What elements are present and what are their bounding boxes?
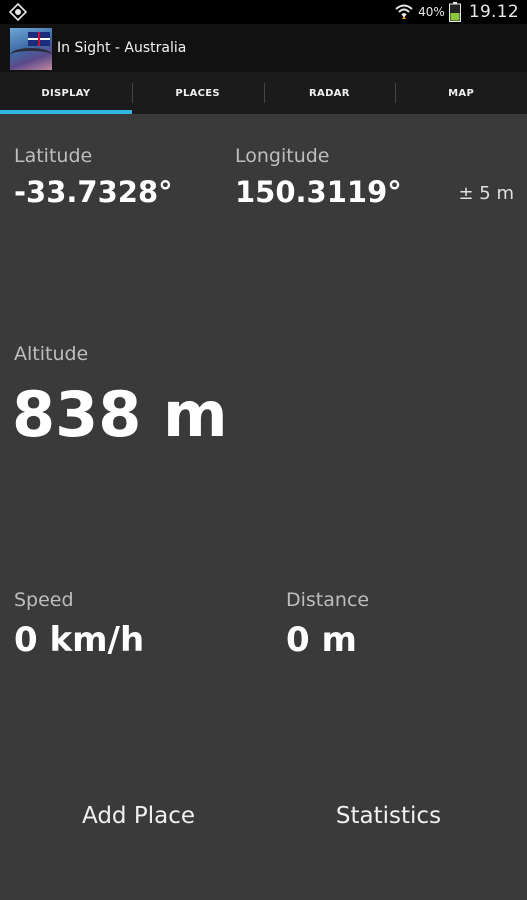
tab-map[interactable]: MAP (395, 72, 527, 114)
bridge-icon (10, 48, 52, 62)
gps-icon (9, 3, 27, 21)
battery-icon (448, 2, 461, 22)
battery-percent: 40% (418, 5, 445, 19)
distance-label: Distance (286, 589, 370, 611)
australia-app-icon[interactable] (10, 28, 52, 70)
clock: 19.12 (468, 2, 519, 22)
altitude-value: 838 m (12, 378, 228, 451)
tab-places[interactable]: PLACES (131, 72, 264, 114)
speed-value: 0 km/h (14, 620, 145, 660)
distance-value: 0 m (286, 620, 357, 660)
accuracy-value: ± 5 m (458, 183, 514, 204)
tab-bar: DISPLAY PLACES RADAR MAP (0, 72, 527, 114)
latitude-label: Latitude (14, 145, 93, 167)
tab-display[interactable]: DISPLAY (0, 72, 132, 114)
altitude-label: Altitude (14, 343, 89, 365)
add-place-button[interactable]: Add Place (50, 796, 227, 836)
action-bar: In Sight - Australia (0, 24, 527, 72)
flag-icon (28, 32, 50, 46)
wifi-icon (395, 4, 413, 19)
longitude-value: 150.3119° (235, 175, 402, 209)
longitude-label: Longitude (235, 145, 330, 167)
status-bar: 40% 19.12 (0, 0, 527, 24)
speed-label: Speed (14, 589, 74, 611)
latitude-value: -33.7328° (14, 175, 173, 209)
app-title: In Sight - Australia (57, 40, 187, 56)
statistics-button[interactable]: Statistics (300, 796, 477, 836)
tab-radar[interactable]: RADAR (263, 72, 396, 114)
